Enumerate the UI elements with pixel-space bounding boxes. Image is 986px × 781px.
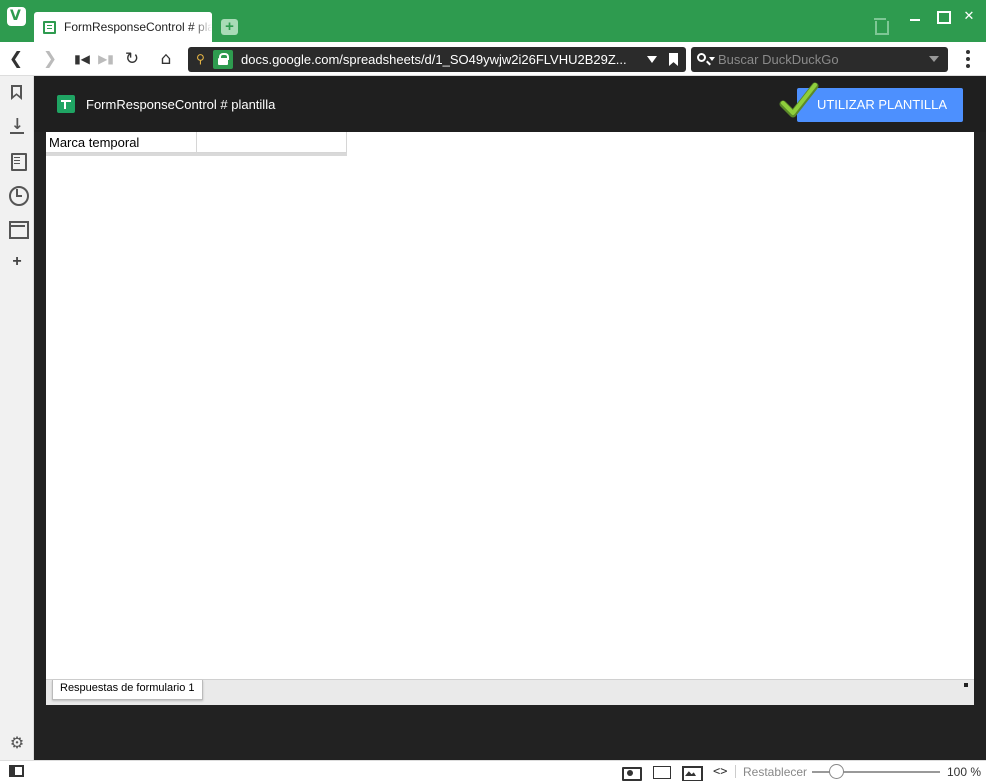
cell-b1[interactable] [197, 132, 347, 153]
image-icon[interactable] [682, 765, 703, 781]
download-icon[interactable] [9, 115, 25, 134]
forward-icon[interactable]: ❯ [40, 50, 60, 68]
search-input[interactable] [718, 51, 918, 68]
sheets-icon [43, 21, 56, 34]
menu-icon[interactable] [966, 50, 970, 68]
zoom-value: 100 % [947, 765, 982, 779]
camera-icon[interactable] [622, 765, 642, 781]
vivaldi-logo-letter: V [10, 8, 21, 24]
reset-zoom-button[interactable]: Restablecer [743, 765, 807, 779]
browser-titlebar: V FormResponseControl # plantilla + ✕ [0, 0, 986, 42]
page-content: FormResponseControl # plantilla UTILIZAR… [34, 76, 986, 760]
cell-a1[interactable]: Marca temporal [46, 132, 197, 153]
navigation-bar: ❮ ❯ ▮◀ ▶▮ ↻ ⌂ ⚲ docs.google.com/spreadsh… [0, 42, 986, 76]
rewind-icon[interactable]: ▮◀ [72, 50, 92, 68]
bookmarks-panel-icon[interactable] [9, 85, 25, 101]
close-icon[interactable]: ✕ [959, 6, 979, 26]
sheet-tab-bar: Respuestas de formulario 1 [46, 679, 974, 705]
zoom-slider-thumb[interactable] [829, 764, 844, 779]
checkmark-icon [779, 82, 819, 118]
tab-fade [192, 12, 212, 42]
side-panel: + ⚙ [0, 76, 34, 760]
code-icon[interactable]: <> [713, 765, 729, 777]
bookmark-icon[interactable] [669, 53, 678, 66]
search-engine-caret-icon[interactable] [709, 57, 715, 61]
vivaldi-logo-icon[interactable]: V [7, 7, 26, 26]
trash-icon[interactable] [874, 18, 889, 35]
window-icon[interactable] [9, 220, 29, 239]
settings-icon[interactable]: ⚙ [9, 735, 25, 751]
notes-icon[interactable] [9, 152, 27, 171]
tile-icon[interactable] [653, 765, 671, 779]
status-divider [735, 765, 736, 778]
minimize-icon[interactable] [905, 6, 925, 26]
history-icon[interactable] [9, 186, 29, 206]
browser-tab[interactable]: FormResponseControl # plantilla [34, 12, 212, 42]
maximize-icon[interactable] [932, 6, 952, 26]
panel-toggle-icon[interactable] [9, 765, 24, 777]
document-header: FormResponseControl # plantilla UTILIZAR… [34, 76, 986, 132]
use-template-button[interactable]: UTILIZAR PLANTILLA [797, 88, 963, 122]
sheets-logo-icon [57, 95, 75, 113]
url-dropdown-icon[interactable] [647, 56, 657, 63]
sheet-tab[interactable]: Respuestas de formulario 1 [52, 680, 203, 700]
url-text[interactable]: docs.google.com/spreadsheets/d/1_SO49ywj… [241, 52, 627, 67]
key-icon[interactable]: ⚲ [196, 53, 205, 66]
new-tab-icon[interactable]: + [221, 19, 238, 35]
tab-title: FormResponseControl # plantilla [64, 20, 212, 34]
reload-icon[interactable]: ↻ [122, 50, 142, 68]
search-bar[interactable] [691, 47, 948, 72]
status-bar: <> Restablecer 100 % [0, 760, 986, 781]
fast-forward-icon[interactable]: ▶▮ [96, 50, 116, 68]
lock-icon[interactable] [213, 50, 233, 69]
back-icon[interactable]: ❮ [6, 50, 26, 68]
search-icon[interactable] [697, 53, 706, 62]
add-panel-icon[interactable]: + [9, 254, 25, 270]
home-icon[interactable]: ⌂ [156, 50, 176, 68]
address-bar[interactable]: ⚲ docs.google.com/spreadsheets/d/1_SO49y… [188, 47, 686, 72]
resize-handle[interactable] [964, 683, 968, 687]
search-dropdown-icon[interactable] [929, 56, 939, 62]
spreadsheet-grid[interactable]: Marca temporal [46, 132, 974, 679]
document-title: FormResponseControl # plantilla [86, 97, 276, 112]
sheet-frozen-divider [46, 153, 347, 156]
